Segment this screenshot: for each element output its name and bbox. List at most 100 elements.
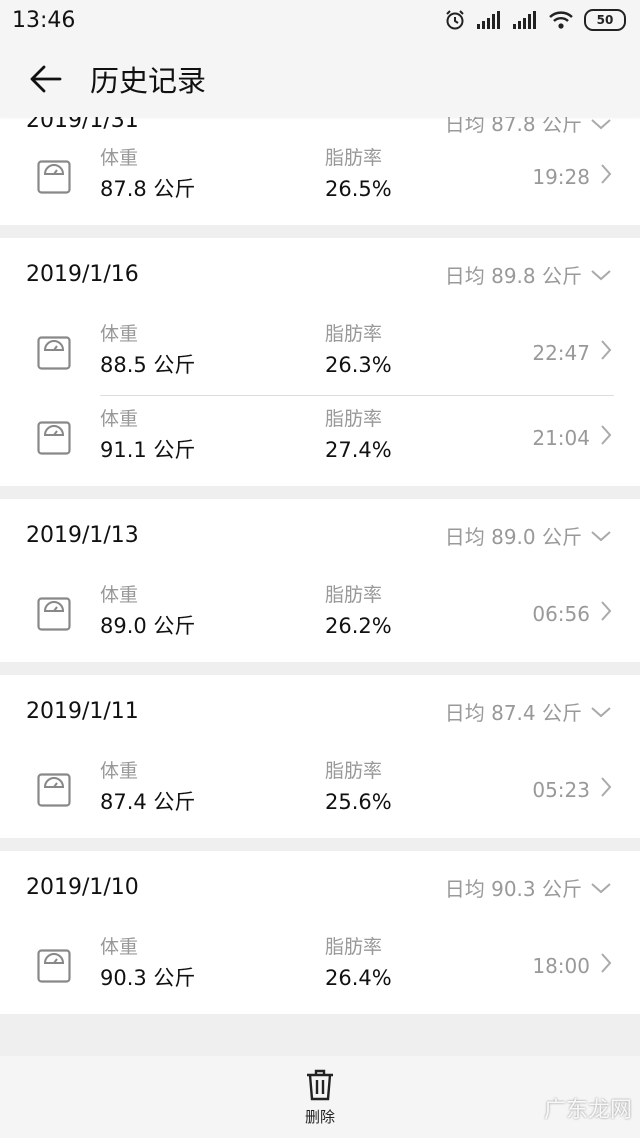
- fat-value: 27.4%: [325, 438, 392, 462]
- record-time-text: 06:56: [532, 601, 590, 626]
- fat-label: 脂肪率: [325, 936, 383, 958]
- weight-label: 体重: [100, 408, 139, 430]
- delete-label: 删除: [304, 1107, 335, 1126]
- fat-column: 脂肪率 26.2%: [325, 580, 392, 642]
- daily-average: 日均 89.0 公斤: [445, 521, 612, 550]
- day-group-header[interactable]: 2019/1/11 日均 87.4 公斤: [0, 675, 640, 747]
- record-time: 18:00: [532, 923, 612, 1008]
- record-time: 05:23: [532, 747, 612, 832]
- record-time: 22:47: [532, 310, 612, 395]
- record-row[interactable]: 体重 89.0 公斤 脂肪率 26.2% 06:56: [0, 571, 640, 656]
- day-group: 2019/1/10 日均 90.3 公斤体重 90.3 公斤 脂肪率 26.4% 18:0…: [0, 851, 640, 1014]
- fat-column: 脂肪率 25.6%: [325, 756, 392, 818]
- weight-label: 体重: [100, 584, 139, 606]
- record-time-text: 18:00: [532, 953, 590, 978]
- group-date: 2019/1/11: [26, 698, 139, 724]
- daily-average-text: 日均 89.8 公斤: [444, 263, 582, 288]
- back-button[interactable]: [0, 40, 90, 117]
- group-date: 2019/1/10: [26, 874, 139, 900]
- weight-label: 体重: [100, 323, 139, 345]
- weight-value: 87.4 公斤: [100, 790, 196, 814]
- day-group-header[interactable]: 2019/1/16 日均 89.8 公斤: [0, 238, 640, 310]
- weight-value: 90.3 公斤: [100, 966, 196, 990]
- fat-value: 26.5%: [325, 177, 392, 201]
- record-row[interactable]: 体重 90.3 公斤 脂肪率 26.4% 18:00: [0, 923, 640, 1008]
- status-bar: 13:46 50: [0, 0, 640, 40]
- scale-icon: [37, 336, 71, 370]
- record-row[interactable]: 体重 87.4 公斤 脂肪率 25.6% 05:23: [0, 747, 640, 832]
- alarm-icon: [446, 10, 464, 30]
- delete-button[interactable]: 删除: [305, 1068, 335, 1127]
- fat-value: 26.4%: [325, 966, 392, 990]
- fat-label: 脂肪率: [325, 584, 383, 606]
- scale-icon: [37, 597, 71, 631]
- fat-column: 脂肪率 26.5%: [325, 143, 392, 205]
- daily-average: 日均 89.8 公斤: [445, 260, 612, 289]
- weight-value: 88.5 公斤: [100, 353, 196, 377]
- fat-value: 25.6%: [325, 790, 392, 814]
- history-content: 2019/1/31 日均 87.8 公斤 体重 87.8 公斤 脂肪率 26.5% 19:2…: [0, 86, 640, 1027]
- record-time-text: 05:23: [532, 777, 590, 802]
- chevron-right-icon: [600, 424, 612, 451]
- weight-label: 体重: [100, 936, 139, 958]
- chevron-right-icon: [600, 776, 612, 803]
- wifi-icon: [549, 11, 573, 29]
- app-bar: 历史记录: [0, 40, 640, 117]
- record-time: 21:04: [532, 395, 612, 480]
- fat-column: 脂肪率 26.4%: [325, 932, 392, 994]
- day-group-header[interactable]: 2019/1/10 日均 90.3 公斤: [0, 851, 640, 923]
- chevron-right-icon: [600, 600, 612, 627]
- fat-column: 脂肪率 26.3%: [325, 319, 392, 381]
- weight-column: 体重 91.1 公斤: [100, 404, 195, 466]
- group-date: 2019/1/13: [26, 522, 139, 548]
- daily-average-text: 日均 90.3 公斤: [444, 876, 582, 901]
- daily-average-text: 日均 89.0 公斤: [444, 524, 582, 549]
- signal-icon-2: [513, 11, 536, 29]
- weight-value: 87.8 公斤: [100, 177, 196, 201]
- trash-icon: [306, 1069, 333, 1100]
- weight-column: 体重 88.5 公斤: [100, 319, 195, 381]
- record-row[interactable]: 体重 91.1 公斤 脂肪率 27.4% 21:04: [0, 395, 640, 480]
- status-icons: 50: [444, 9, 626, 31]
- weight-value: 89.0 公斤: [100, 614, 196, 638]
- weight-column: 体重 89.0 公斤: [100, 580, 195, 642]
- bottom-bar: 删除 广东龙网: [0, 1056, 640, 1138]
- chevron-down-icon: [590, 523, 612, 547]
- weight-column: 体重 87.4 公斤: [100, 756, 195, 818]
- scale-icon: [37, 421, 71, 455]
- group-date: 2019/1/16: [26, 261, 139, 287]
- signal-icon: [477, 11, 500, 29]
- record-time-text: 19:28: [532, 164, 590, 189]
- fat-label: 脂肪率: [325, 147, 383, 169]
- day-group: 2019/1/16 日均 89.8 公斤体重 88.5 公斤 脂肪率 26.3% 22:4…: [0, 238, 640, 486]
- scale-icon: [37, 949, 71, 983]
- daily-average-text: 日均 87.4 公斤: [444, 700, 582, 725]
- day-group: 2019/1/13 日均 89.0 公斤体重 89.0 公斤 脂肪率 26.2% 06:5…: [0, 499, 640, 662]
- fat-value: 26.2%: [325, 614, 392, 638]
- chevron-down-icon: [590, 262, 612, 286]
- fat-label: 脂肪率: [325, 408, 383, 430]
- chevron-right-icon: [600, 952, 612, 979]
- record-time: 19:28: [532, 134, 612, 219]
- weight-label: 体重: [100, 760, 139, 782]
- daily-average: 日均 90.3 公斤: [445, 873, 612, 902]
- fat-label: 脂肪率: [325, 323, 383, 345]
- weight-column: 体重 90.3 公斤: [100, 932, 195, 994]
- fat-column: 脂肪率 27.4%: [325, 404, 392, 466]
- record-time-text: 22:47: [532, 340, 590, 365]
- weight-column: 体重 87.8 公斤: [100, 143, 195, 205]
- status-time: 13:46: [12, 7, 76, 33]
- record-row[interactable]: 体重 88.5 公斤 脂肪率 26.3% 22:47: [0, 310, 640, 395]
- scale-icon: [37, 160, 71, 194]
- watermark: 广东龙网: [543, 1098, 632, 1123]
- record-row[interactable]: 体重 87.8 公斤 脂肪率 26.5% 19:28: [0, 134, 640, 219]
- back-arrow-icon: [30, 65, 62, 92]
- record-time: 06:56: [532, 571, 612, 656]
- weight-label: 体重: [100, 147, 139, 169]
- chevron-right-icon: [600, 339, 612, 366]
- day-group-header[interactable]: 2019/1/13 日均 89.0 公斤: [0, 499, 640, 571]
- page-title: 历史记录: [90, 63, 207, 98]
- daily-average: 日均 87.4 公斤: [445, 697, 612, 726]
- history-list[interactable]: 2019/1/31 日均 87.8 公斤 体重 87.8 公斤 脂肪率 26.5% 19:2…: [0, 86, 640, 1056]
- chevron-down-icon: [590, 699, 612, 723]
